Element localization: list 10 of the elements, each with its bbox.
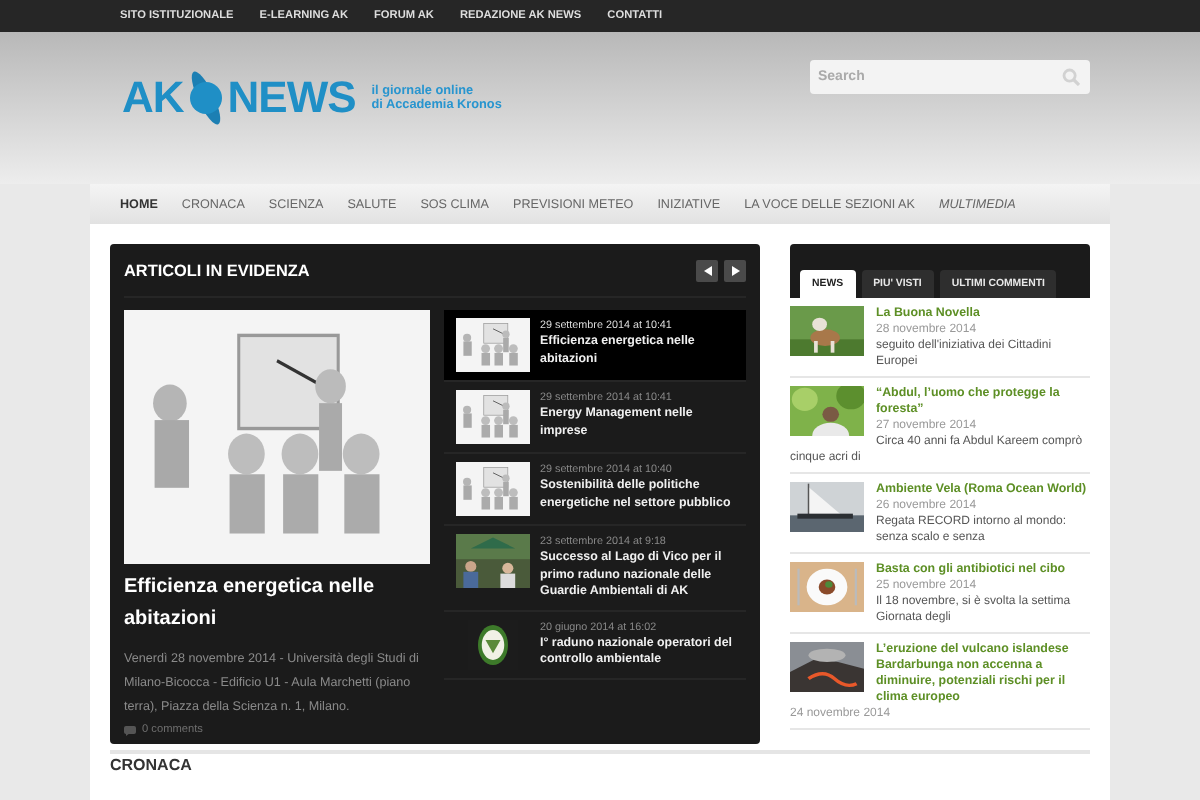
left-arrow-icon (703, 265, 711, 275)
comment-icon (124, 725, 136, 735)
section-title: CRONACA (110, 756, 194, 774)
right-arrow-icon (731, 265, 739, 275)
next-button[interactable] (724, 259, 746, 281)
panel-title: ARTICOLI IN EVIDENZA (124, 261, 310, 279)
article-title[interactable]: Efficienza energetica nelle abitazioni (124, 572, 430, 636)
logo-text: AK (122, 74, 184, 122)
logo-text: NEWS (227, 74, 356, 122)
previous-button[interactable] (696, 259, 718, 281)
